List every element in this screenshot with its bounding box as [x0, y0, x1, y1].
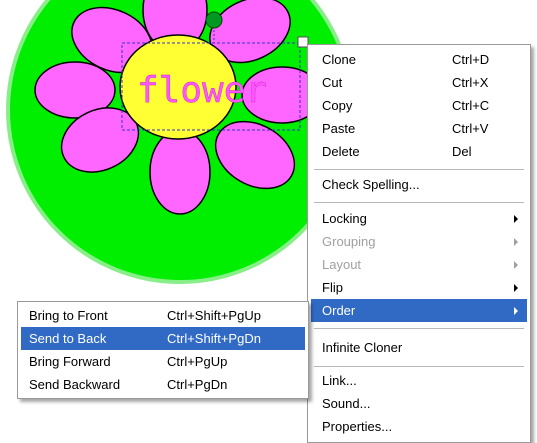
- menu-separator: [314, 366, 524, 367]
- submenu-item-shortcut: Ctrl+Shift+PgDn: [167, 331, 261, 346]
- menu-item-label: Copy: [322, 98, 353, 113]
- menu-separator: [314, 328, 524, 329]
- submenu-arrow-icon: [514, 238, 518, 246]
- menu-item-order[interactable]: Order: [311, 299, 527, 322]
- menu-item-label: Infinite Cloner: [322, 340, 403, 355]
- submenu-item-bring-forward[interactable]: Bring Forward Ctrl+PgUp: [21, 350, 305, 373]
- submenu-item-shortcut: Ctrl+PgUp: [167, 354, 228, 369]
- flower-text[interactable]: flower: [137, 70, 267, 111]
- menu-item-copy[interactable]: Copy Ctrl+C: [311, 94, 527, 117]
- menu-item-shortcut: Ctrl+D: [452, 52, 490, 67]
- menu-item-cut[interactable]: Cut Ctrl+X: [311, 71, 527, 94]
- menu-item-infinite-cloner[interactable]: Infinite Cloner: [311, 336, 527, 359]
- submenu-arrow-icon: [514, 261, 518, 269]
- menu-item-label: Clone: [322, 52, 356, 67]
- menu-item-label: Order: [322, 303, 356, 318]
- menu-item-label: Grouping: [322, 234, 376, 249]
- menu-item-layout: Layout: [311, 253, 527, 276]
- menu-item-shortcut: Ctrl+V: [452, 121, 489, 136]
- submenu-item-bring-to-front[interactable]: Bring to Front Ctrl+Shift+PgUp: [21, 304, 305, 327]
- menu-separator: [314, 169, 524, 170]
- menu-item-shortcut: Del: [452, 144, 472, 159]
- submenu-item-send-backward[interactable]: Send Backward Ctrl+PgDn: [21, 373, 305, 396]
- menu-item-label: Paste: [322, 121, 356, 136]
- submenu-item-shortcut: Ctrl+Shift+PgUp: [167, 308, 261, 323]
- submenu-arrow-icon: [514, 284, 518, 292]
- menu-item-clone[interactable]: Clone Ctrl+D: [311, 48, 527, 71]
- menu-item-label: Delete: [322, 144, 360, 159]
- submenu-item-label: Send Backward: [29, 377, 121, 392]
- submenu-item-shortcut: Ctrl+PgDn: [167, 377, 228, 392]
- menu-item-label: Layout: [322, 257, 362, 272]
- menu-item-delete[interactable]: Delete Del: [311, 140, 527, 163]
- menu-item-link[interactable]: Link...: [311, 369, 527, 392]
- order-submenu: Bring to Front Ctrl+Shift+PgUp Send to B…: [17, 301, 309, 399]
- submenu-arrow-icon: [514, 307, 518, 315]
- petal-bottom: [149, 129, 211, 215]
- menu-item-check-spelling[interactable]: Check Spelling...: [311, 173, 527, 196]
- menu-item-shortcut: Ctrl+X: [452, 75, 489, 90]
- menu-item-label: Locking: [322, 211, 367, 226]
- menu-item-label: Sound...: [322, 396, 371, 411]
- menu-item-sound[interactable]: Sound...: [311, 392, 527, 415]
- menu-item-label: Check Spelling...: [322, 177, 420, 192]
- menu-item-label: Cut: [322, 75, 343, 90]
- menu-item-paste[interactable]: Paste Ctrl+V: [311, 117, 527, 140]
- submenu-arrow-icon: [514, 215, 518, 223]
- menu-item-flip[interactable]: Flip: [311, 276, 527, 299]
- rotate-handle[interactable]: [205, 11, 223, 29]
- submenu-item-label: Send to Back: [29, 331, 107, 346]
- menu-separator: [314, 202, 524, 203]
- menu-item-label: Flip: [322, 280, 343, 295]
- submenu-item-send-to-back[interactable]: Send to Back Ctrl+Shift+PgDn: [21, 327, 305, 350]
- menu-item-label: Properties...: [322, 419, 393, 434]
- menu-item-shortcut: Ctrl+C: [452, 98, 490, 113]
- menu-item-locking[interactable]: Locking: [311, 207, 527, 230]
- submenu-item-label: Bring to Front: [29, 308, 108, 323]
- menu-item-grouping: Grouping: [311, 230, 527, 253]
- menu-item-properties[interactable]: Properties...: [311, 415, 527, 438]
- submenu-item-label: Bring Forward: [29, 354, 111, 369]
- menu-item-label: Link...: [322, 373, 357, 388]
- context-menu: Clone Ctrl+D Cut Ctrl+X Copy Ctrl+C Past…: [307, 44, 531, 443]
